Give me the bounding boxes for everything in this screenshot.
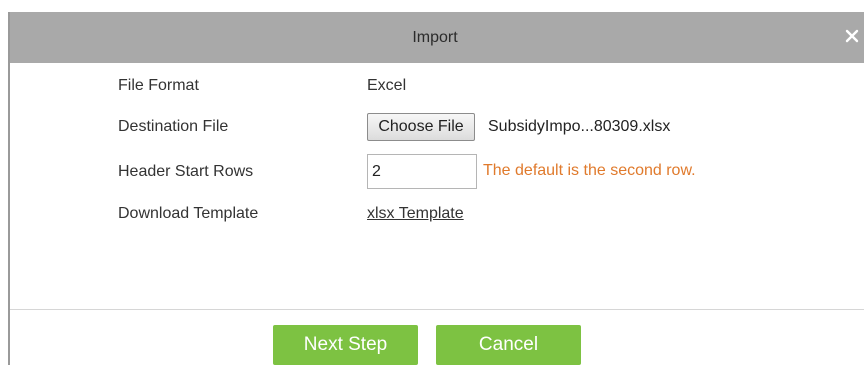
- header-start-rows-label: Header Start Rows: [118, 163, 254, 180]
- selected-file-name: SubsidyImpo...80309.xlsx: [488, 118, 671, 135]
- choose-file-button[interactable]: Choose File: [367, 113, 475, 141]
- cancel-button[interactable]: Cancel: [436, 325, 581, 365]
- destination-file-label: Destination File: [118, 118, 229, 135]
- header-start-rows-hint: The default is the second row.: [483, 162, 696, 179]
- dialog-footer: Next Step Cancel: [10, 310, 864, 365]
- dialog-title: Import: [412, 29, 458, 46]
- dialog-title-bar[interactable]: Import: [10, 12, 864, 63]
- download-template-label: Download Template: [118, 205, 259, 222]
- dialog-body: File Format Excel Destination File Choos…: [10, 63, 864, 309]
- next-step-button[interactable]: Next Step: [273, 325, 418, 365]
- file-format-value: Excel: [367, 77, 407, 94]
- file-format-label: File Format: [118, 77, 199, 94]
- close-icon[interactable]: [842, 26, 862, 46]
- screen: Import File Format Excel Destination Fil…: [0, 0, 864, 365]
- header-start-rows-input[interactable]: [367, 154, 477, 189]
- xlsx-template-link[interactable]: xlsx Template: [367, 205, 464, 223]
- import-dialog: Import File Format Excel Destination Fil…: [8, 12, 864, 365]
